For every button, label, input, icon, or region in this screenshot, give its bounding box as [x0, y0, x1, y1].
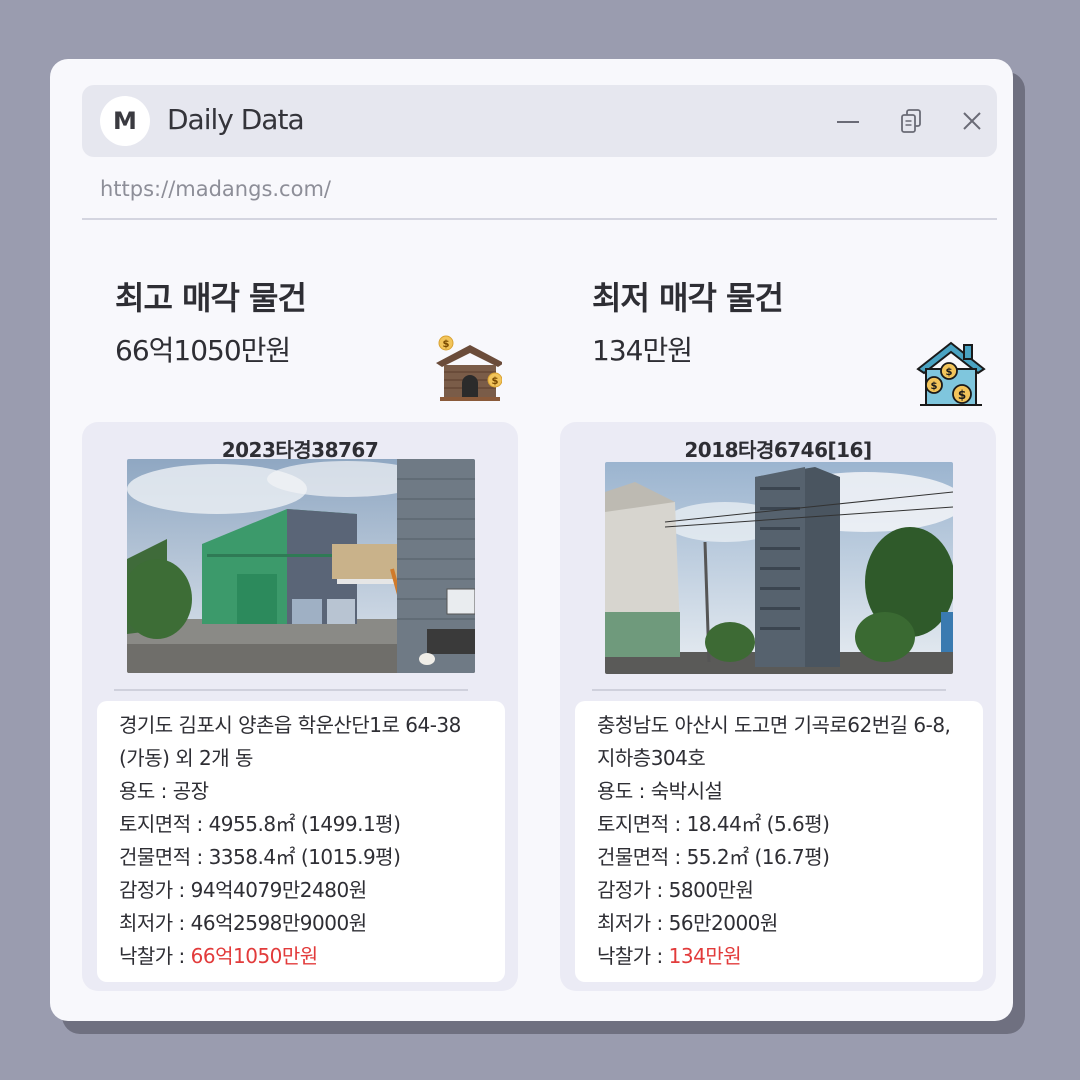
- land-area-label: 토지면적 :: [597, 812, 687, 836]
- app-title: Daily Data: [167, 103, 305, 136]
- building-area-value: 3358.4㎡ (1015.9평): [208, 845, 401, 869]
- property-info: 충청남도 아산시 도고면 기곡로62번길 6-8, 지하층304호 용도 : 숙…: [575, 701, 983, 982]
- svg-text:$: $: [946, 367, 953, 378]
- url-divider: [82, 218, 997, 220]
- appraisal-row: 감정가 : 5800만원: [597, 874, 963, 907]
- building-area-value: 55.2㎡ (16.7평): [686, 845, 830, 869]
- case-number: 2018타경6746[16]: [684, 438, 872, 462]
- usage-label: 용도 :: [597, 779, 651, 803]
- card-divider: [114, 689, 468, 691]
- svg-text:$: $: [931, 381, 938, 392]
- appraisal-value: 5800만원: [668, 878, 754, 902]
- lowest-price: 134만원: [592, 334, 693, 367]
- building-area-label: 건물면적 :: [119, 845, 209, 869]
- building-area-row: 건물면적 : 55.2㎡ (16.7평): [597, 841, 963, 874]
- svg-text:$: $: [492, 376, 499, 387]
- minimum-price-label: 최저가 :: [119, 911, 191, 935]
- usage-row: 용도 : 숙박시설: [597, 775, 963, 808]
- app-logo: M: [100, 96, 150, 146]
- lowest-property-card[interactable]: 2018타경6746[16] 충청남도 아산시 도고면 기곡로62번길 6-8,…: [560, 422, 996, 991]
- winning-bid-value: 134만원: [668, 944, 742, 968]
- appraisal-value: 94억4079만2480원: [190, 878, 367, 902]
- property-address: 경기도 김포시 양촌읍 학운산단1로 64-38 (가동) 외 2개 동: [119, 713, 461, 770]
- usage-value: 숙박시설: [650, 779, 723, 803]
- minimum-price-row: 최저가 : 56만2000원: [597, 907, 963, 940]
- usage-row: 용도 : 공장: [119, 775, 485, 808]
- building-area-row: 건물면적 : 3358.4㎡ (1015.9평): [119, 841, 485, 874]
- land-area-value: 18.44㎡ (5.6평): [686, 812, 830, 836]
- land-area-row: 토지면적 : 18.44㎡ (5.6평): [597, 808, 963, 841]
- land-area-label: 토지면적 :: [119, 812, 209, 836]
- address-url[interactable]: https://madangs.com/: [100, 177, 331, 201]
- winning-bid-row: 낙찰가 : 134만원: [597, 940, 963, 973]
- card-divider: [592, 689, 946, 691]
- appraisal-row: 감정가 : 94억4079만2480원: [119, 874, 485, 907]
- minimum-price-row: 최저가 : 46억2598만9000원: [119, 907, 485, 940]
- highest-heading: 최고 매각 물건: [115, 279, 307, 317]
- usage-label: 용도 :: [119, 779, 173, 803]
- svg-text:$: $: [958, 388, 966, 402]
- highest-property-card[interactable]: 2023타경38767 경기도 김포시 양촌읍 학운산단1로 64-38 (가동…: [82, 422, 518, 991]
- winning-bid-label: 낙찰가 :: [119, 944, 191, 968]
- winning-bid-label: 낙찰가 :: [597, 944, 669, 968]
- minimum-price-label: 최저가 :: [597, 911, 669, 935]
- minimize-icon[interactable]: [834, 107, 862, 135]
- property-info: 경기도 김포시 양촌읍 학운산단1로 64-38 (가동) 외 2개 동 용도 …: [97, 701, 505, 982]
- land-area-value: 4955.8㎡ (1499.1평): [208, 812, 401, 836]
- app-window: M Daily Data https://madangs.com/ 최고 매각 …: [50, 59, 1013, 1021]
- winning-bid-value: 66억1050만원: [190, 944, 319, 968]
- building-area-label: 건물면적 :: [597, 845, 687, 869]
- minimum-price-value: 56만2000원: [668, 911, 779, 935]
- usage-value: 공장: [172, 779, 209, 803]
- property-photo[interactable]: [605, 462, 953, 674]
- highest-price: 66억1050만원: [115, 334, 291, 367]
- title-bar: M Daily Data: [82, 85, 997, 157]
- property-photo[interactable]: [127, 459, 475, 673]
- land-area-row: 토지면적 : 4955.8㎡ (1499.1평): [119, 808, 485, 841]
- minimum-price-value: 46억2598만9000원: [190, 911, 367, 935]
- winning-bid-row: 낙찰가 : 66억1050만원: [119, 940, 485, 973]
- appraisal-label: 감정가 :: [119, 878, 191, 902]
- close-icon[interactable]: [958, 107, 986, 135]
- house-money-icon: $ $ $: [916, 341, 986, 406]
- appraisal-label: 감정가 :: [597, 878, 669, 902]
- svg-text:$: $: [443, 339, 450, 350]
- property-address: 충청남도 아산시 도고면 기곡로62번길 6-8, 지하층304호: [597, 713, 951, 770]
- lowest-heading: 최저 매각 물건: [592, 279, 784, 317]
- warehouse-money-icon: $ $: [436, 335, 502, 401]
- copy-icon[interactable]: [898, 107, 926, 135]
